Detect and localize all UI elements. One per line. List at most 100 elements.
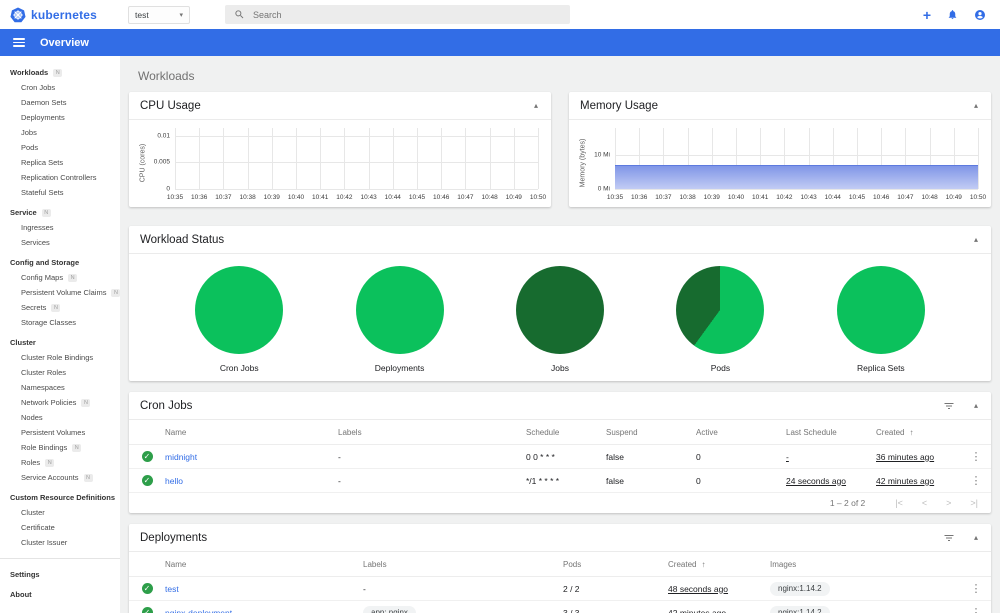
filter-button[interactable] xyxy=(943,400,955,412)
namespaced-badge: N xyxy=(53,68,63,77)
sidebar-item[interactable]: Jobs xyxy=(0,125,120,140)
collapse-icon[interactable]: ▴ xyxy=(972,101,980,110)
column-header-created[interactable]: Created ↑ xyxy=(876,428,961,437)
first-page-button[interactable]: |< xyxy=(895,498,903,508)
sidebar-item[interactable]: Certificate xyxy=(0,520,120,535)
filter-button[interactable] xyxy=(943,532,955,544)
create-resource-button[interactable]: + xyxy=(923,8,931,22)
sidebar-item[interactable]: Config and Storage xyxy=(0,255,120,270)
column-header-labels[interactable]: Labels xyxy=(338,428,526,437)
card-title: Memory Usage xyxy=(580,99,658,112)
sidebar-item[interactable]: Settings xyxy=(0,567,120,582)
cell-last-schedule: 24 seconds ago xyxy=(786,475,847,486)
collapse-icon[interactable]: ▴ xyxy=(972,533,980,542)
deployments-card: Deployments ▴ Name Labels Pods Created ↑ … xyxy=(129,524,991,613)
account-button[interactable] xyxy=(974,9,986,21)
sidebar-item[interactable]: Nodes xyxy=(0,410,120,425)
sidebar-item[interactable]: Replication Controllers xyxy=(0,170,120,185)
sort-ascending-icon: ↑ xyxy=(909,427,914,437)
collapse-icon[interactable]: ▴ xyxy=(972,235,980,244)
collapse-icon[interactable]: ▴ xyxy=(532,101,540,110)
pie-label: Pods xyxy=(710,363,731,373)
deployment-name-link[interactable]: test xyxy=(165,584,179,594)
cell-schedule: 0 0 * * * xyxy=(526,451,555,462)
card-title: Workload Status xyxy=(140,233,225,246)
search-input[interactable] xyxy=(253,9,561,20)
workload-pie: Replica Sets xyxy=(801,266,961,373)
cell-created: 36 minutes ago xyxy=(876,451,935,462)
search-icon xyxy=(235,10,244,19)
sidebar-item[interactable]: Roles N xyxy=(0,455,120,470)
namespaced-badge: N xyxy=(51,303,61,312)
next-page-button[interactable]: > xyxy=(946,498,951,508)
sidebar-item[interactable]: Cluster Issuer xyxy=(0,535,120,550)
sidebar-item[interactable]: Custom Resource Definitions xyxy=(0,490,120,505)
column-header-active[interactable]: Active xyxy=(696,428,786,437)
column-header-suspend[interactable]: Suspend xyxy=(606,428,696,437)
sidebar-item[interactable]: Daemon Sets xyxy=(0,95,120,110)
sidebar-item[interactable]: Cron Jobs xyxy=(0,80,120,95)
pie-label: Deployments xyxy=(374,363,425,373)
search-bar[interactable] xyxy=(225,5,570,24)
sidebar-divider xyxy=(0,558,120,559)
sidebar-item[interactable]: Namespaces xyxy=(0,380,120,395)
sidebar-item[interactable]: Network Policies N xyxy=(0,395,120,410)
kubernetes-dashboard: kubernetes test ▾ + Overview Workloads xyxy=(0,0,1000,613)
column-header-labels[interactable]: Labels xyxy=(363,560,563,569)
namespaced-badge: N xyxy=(68,273,78,282)
cronjob-name-link[interactable]: midnight xyxy=(165,452,197,462)
sidebar-item[interactable]: Cluster Roles xyxy=(0,365,120,380)
sidebar-item[interactable]: Role Bindings N xyxy=(0,440,120,455)
sidebar-item[interactable]: Config Maps N xyxy=(0,270,120,285)
row-menu-button[interactable]: ⋮ xyxy=(961,606,991,613)
cronjob-name-link[interactable]: hello xyxy=(165,476,183,486)
deployment-name-link[interactable]: nginx-deployment xyxy=(165,608,232,613)
cron-jobs-card: Cron Jobs ▴ Name Labels Schedule Suspend… xyxy=(129,392,991,513)
sidebar-item[interactable]: Service Accounts N xyxy=(0,470,120,485)
sidebar-item[interactable]: Storage Classes xyxy=(0,315,120,330)
sidebar-item[interactable]: Workloads N xyxy=(0,65,120,80)
sidebar-item[interactable]: About xyxy=(0,587,120,602)
collapse-icon[interactable]: ▴ xyxy=(972,401,980,410)
namespace-selector[interactable]: test ▾ xyxy=(128,5,190,24)
brand-logo[interactable]: kubernetes xyxy=(10,6,120,23)
workload-pie: Deployments xyxy=(319,266,479,373)
sidebar-item[interactable]: Persistent Volume Claims N xyxy=(0,285,120,300)
column-header-schedule[interactable]: Schedule xyxy=(526,428,606,437)
sidebar-item[interactable]: Stateful Sets xyxy=(0,185,120,200)
sidebar-item[interactable]: Cluster xyxy=(0,335,120,350)
row-menu-button[interactable]: ⋮ xyxy=(961,474,991,487)
notifications-button[interactable] xyxy=(947,9,958,20)
sidebar-item[interactable]: Cluster Role Bindings xyxy=(0,350,120,365)
sidebar-item[interactable]: Replica Sets xyxy=(0,155,120,170)
pagination-range: 1 – 2 of 2 xyxy=(829,498,866,508)
column-header-created[interactable]: Created ↑ xyxy=(668,560,770,569)
cpu-usage-card: CPU Usage ▴ CPU (cores) 10:35 10:36 10:37 1… xyxy=(129,92,551,207)
label-chip: app: nginx xyxy=(363,605,416,613)
sidebar-item[interactable]: Service N xyxy=(0,205,120,220)
sidebar-item[interactable]: Pods xyxy=(0,140,120,155)
column-header-name[interactable]: Name xyxy=(165,560,363,569)
previous-page-button[interactable]: < xyxy=(922,498,927,508)
page-title: Workloads xyxy=(138,69,195,83)
pie-chart xyxy=(836,266,925,354)
pie-label: Cron Jobs xyxy=(219,363,259,373)
sidebar-item[interactable]: Persistent Volumes xyxy=(0,425,120,440)
last-page-button[interactable]: >| xyxy=(970,498,978,508)
sidebar-item[interactable]: Cluster xyxy=(0,505,120,520)
menu-hamburger-icon[interactable] xyxy=(13,36,25,49)
sidebar-item[interactable]: Secrets N xyxy=(0,300,120,315)
pagination-bar: 1 – 2 of 2 |< < > >| xyxy=(129,493,991,513)
memory-chart: Memory (bytes) 10:35 10:36 10:37 10:38 10:39… xyxy=(569,120,991,206)
sidebar-item[interactable]: Services xyxy=(0,235,120,250)
y-axis-label: Memory (bytes) xyxy=(579,138,587,188)
column-header-last-schedule[interactable]: Last Schedule xyxy=(786,428,876,437)
pie-chart xyxy=(516,266,605,354)
sidebar-item[interactable]: Deployments xyxy=(0,110,120,125)
column-header-name[interactable]: Name xyxy=(165,428,338,437)
column-header-pods[interactable]: Pods xyxy=(563,560,668,569)
row-menu-button[interactable]: ⋮ xyxy=(961,450,991,463)
row-menu-button[interactable]: ⋮ xyxy=(961,582,991,595)
column-header-images[interactable]: Images xyxy=(770,560,961,569)
sidebar-item[interactable]: Ingresses xyxy=(0,220,120,235)
